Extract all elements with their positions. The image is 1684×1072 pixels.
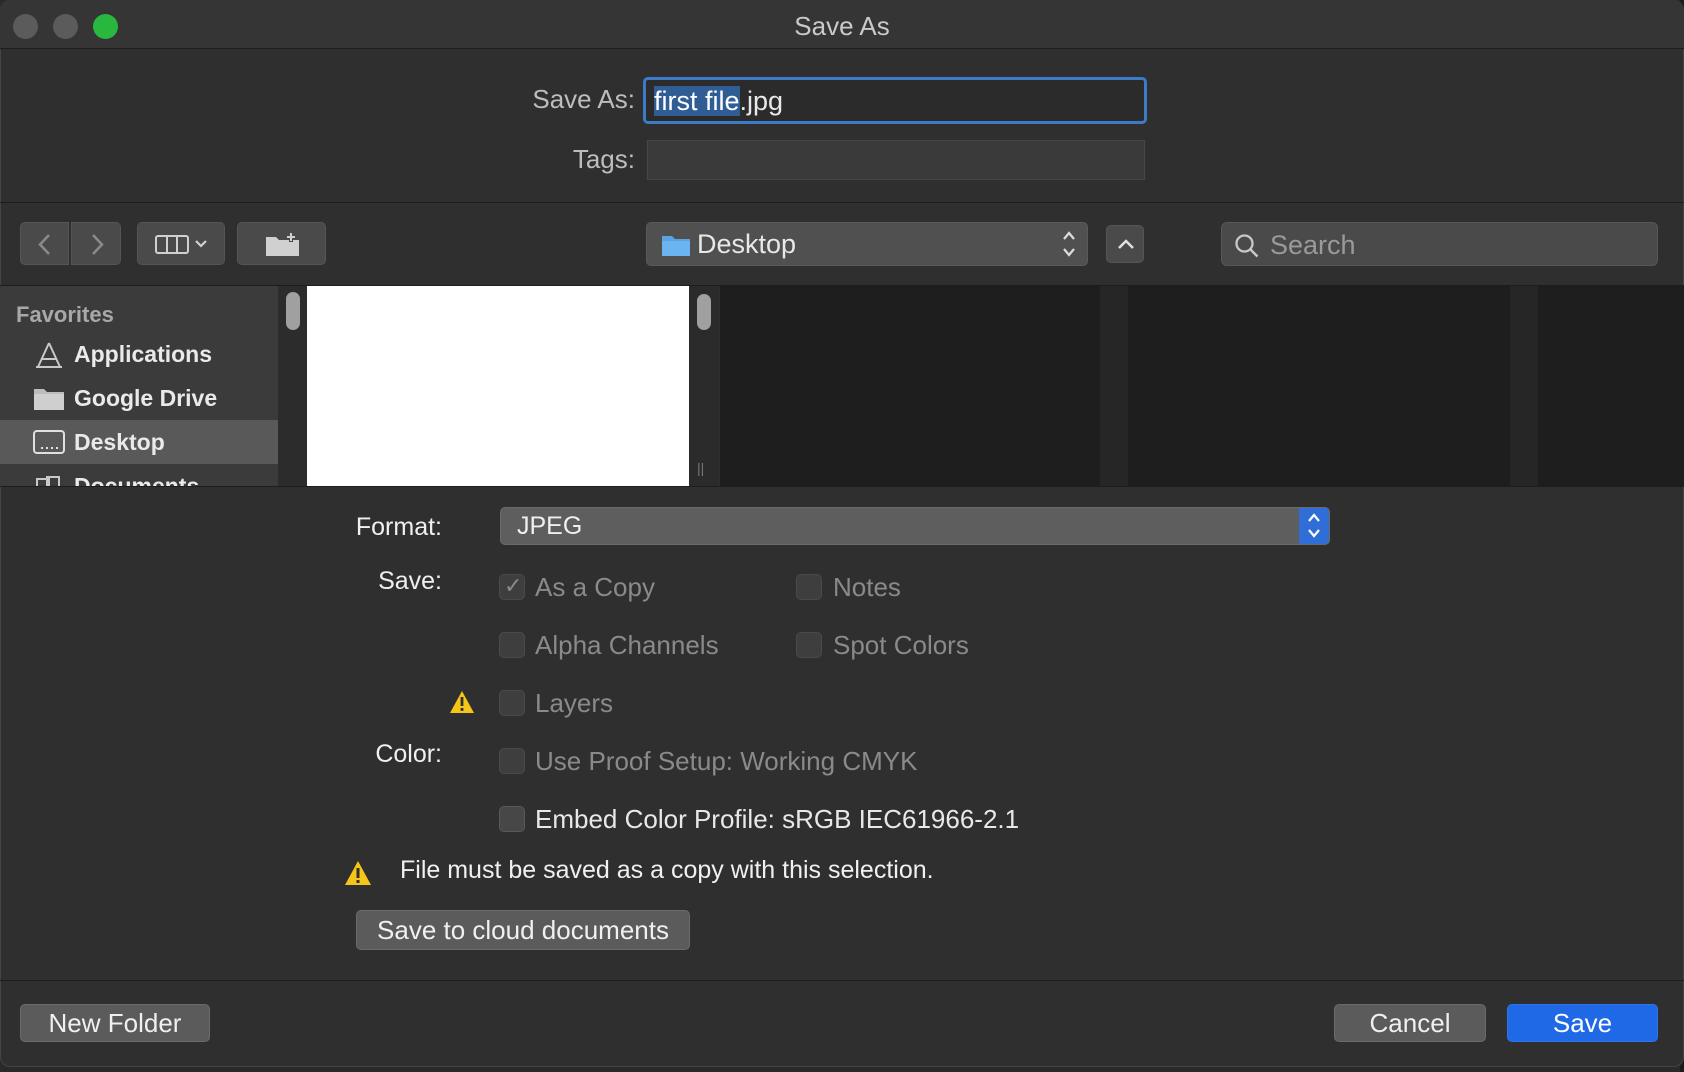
warning-message: File must be saved as a copy with this s… [400, 856, 934, 884]
use-proof-setup-label: Use Proof Setup: Working CMYK [535, 746, 918, 776]
sidebar-item-documents[interactable]: Documents [0, 464, 278, 486]
alpha-channels-label: Alpha Channels [535, 630, 719, 660]
notes-checkbox[interactable] [796, 574, 822, 600]
sidebar-item-label: Desktop [74, 429, 165, 455]
applications-icon [36, 342, 62, 368]
color-options-label: Color: [375, 740, 442, 768]
format-select[interactable]: JPEG [500, 507, 1330, 545]
notes-label: Notes [833, 572, 901, 602]
sidebar-item-applications[interactable]: Applications [0, 332, 278, 376]
column-scroll-thumb[interactable] [697, 294, 711, 330]
format-label: Format: [355, 513, 442, 541]
embed-color-profile-label: Embed Color Profile: sRGB IEC61966-2.1 [535, 804, 1020, 834]
window-title: Save As [794, 11, 890, 41]
as-a-copy-label: As a Copy [535, 572, 655, 602]
divider [0, 486, 1684, 487]
save-to-cloud-button[interactable]: Save to cloud documents [356, 910, 690, 950]
sidebar-item-label: Documents [74, 473, 200, 486]
filename-selected-text: first file [654, 86, 740, 116]
desktop-icon [33, 430, 65, 454]
use-proof-setup-checkbox[interactable] [499, 748, 525, 774]
save-as-label: Save As: [532, 84, 635, 114]
folder-icon [34, 389, 64, 410]
chevron-up-icon [1118, 239, 1134, 249]
alpha-channels-checkbox[interactable] [499, 632, 525, 658]
spot-colors-label: Spot Colors [833, 630, 969, 660]
tags-label: Tags: [572, 144, 635, 174]
column-resize-grip[interactable]: || [697, 460, 704, 476]
cancel-button[interactable]: Cancel [1334, 1004, 1486, 1042]
location-label: Desktop [697, 229, 797, 259]
warning-icon [345, 861, 371, 885]
search-field[interactable] [1221, 222, 1658, 267]
filename-extension: .jpg [739, 86, 784, 116]
save-as-dialog: Save As Save As: first file.jpg Tags: De… [0, 0, 1684, 1067]
location-popup[interactable]: Desktop [646, 222, 1088, 266]
columns-view-icon [155, 235, 207, 254]
up-down-arrows-icon [1061, 228, 1077, 263]
divider [0, 202, 1684, 203]
browser-column[interactable] [720, 286, 1100, 486]
view-mode-button[interactable] [137, 222, 225, 265]
sidebar-item-google-drive[interactable]: Google Drive [0, 376, 278, 420]
save-button[interactable]: Save [1507, 1004, 1658, 1042]
layers-checkbox[interactable] [499, 690, 525, 716]
new-folder-toolbar-button[interactable] [237, 222, 326, 265]
chevron-left-icon [38, 234, 50, 255]
format-value: JPEG [517, 512, 583, 540]
column-separator[interactable] [1510, 286, 1538, 486]
save-options-label: Save: [378, 567, 442, 595]
enclosing-folder-button[interactable] [1106, 225, 1144, 263]
file-preview [307, 286, 689, 487]
sidebar-item-desktop[interactable]: Desktop [0, 420, 278, 464]
filename-input[interactable]: first file.jpg [643, 77, 1147, 124]
spot-colors-checkbox[interactable] [796, 632, 822, 658]
forward-button[interactable] [71, 222, 121, 265]
column-separator[interactable] [1100, 286, 1128, 486]
documents-icon [36, 476, 60, 486]
warning-icon [450, 691, 474, 713]
new-folder-button[interactable]: New Folder [20, 1004, 210, 1042]
browser-column[interactable] [1128, 286, 1510, 486]
sidebar-scroll-thumb[interactable] [286, 292, 300, 330]
folder-icon [662, 236, 690, 256]
new-folder-icon [266, 232, 299, 256]
checkmark-icon: ✓ [504, 573, 523, 598]
embed-color-profile-checkbox[interactable] [499, 806, 525, 832]
back-button[interactable] [20, 222, 69, 265]
chevron-right-icon [92, 234, 104, 255]
layers-label: Layers [535, 688, 614, 718]
divider [0, 980, 1684, 981]
search-icon [1235, 234, 1259, 258]
browser-column[interactable] [1538, 286, 1684, 486]
sidebar-item-label: Google Drive [74, 385, 218, 411]
sidebar-item-label: Applications [74, 341, 213, 367]
up-down-arrows-icon [1299, 508, 1329, 544]
tags-input[interactable] [647, 140, 1145, 180]
search-input[interactable] [1268, 223, 1652, 267]
as-a-copy-checkbox[interactable]: ✓ [499, 573, 525, 600]
sidebar-header: Favorites [16, 302, 114, 327]
